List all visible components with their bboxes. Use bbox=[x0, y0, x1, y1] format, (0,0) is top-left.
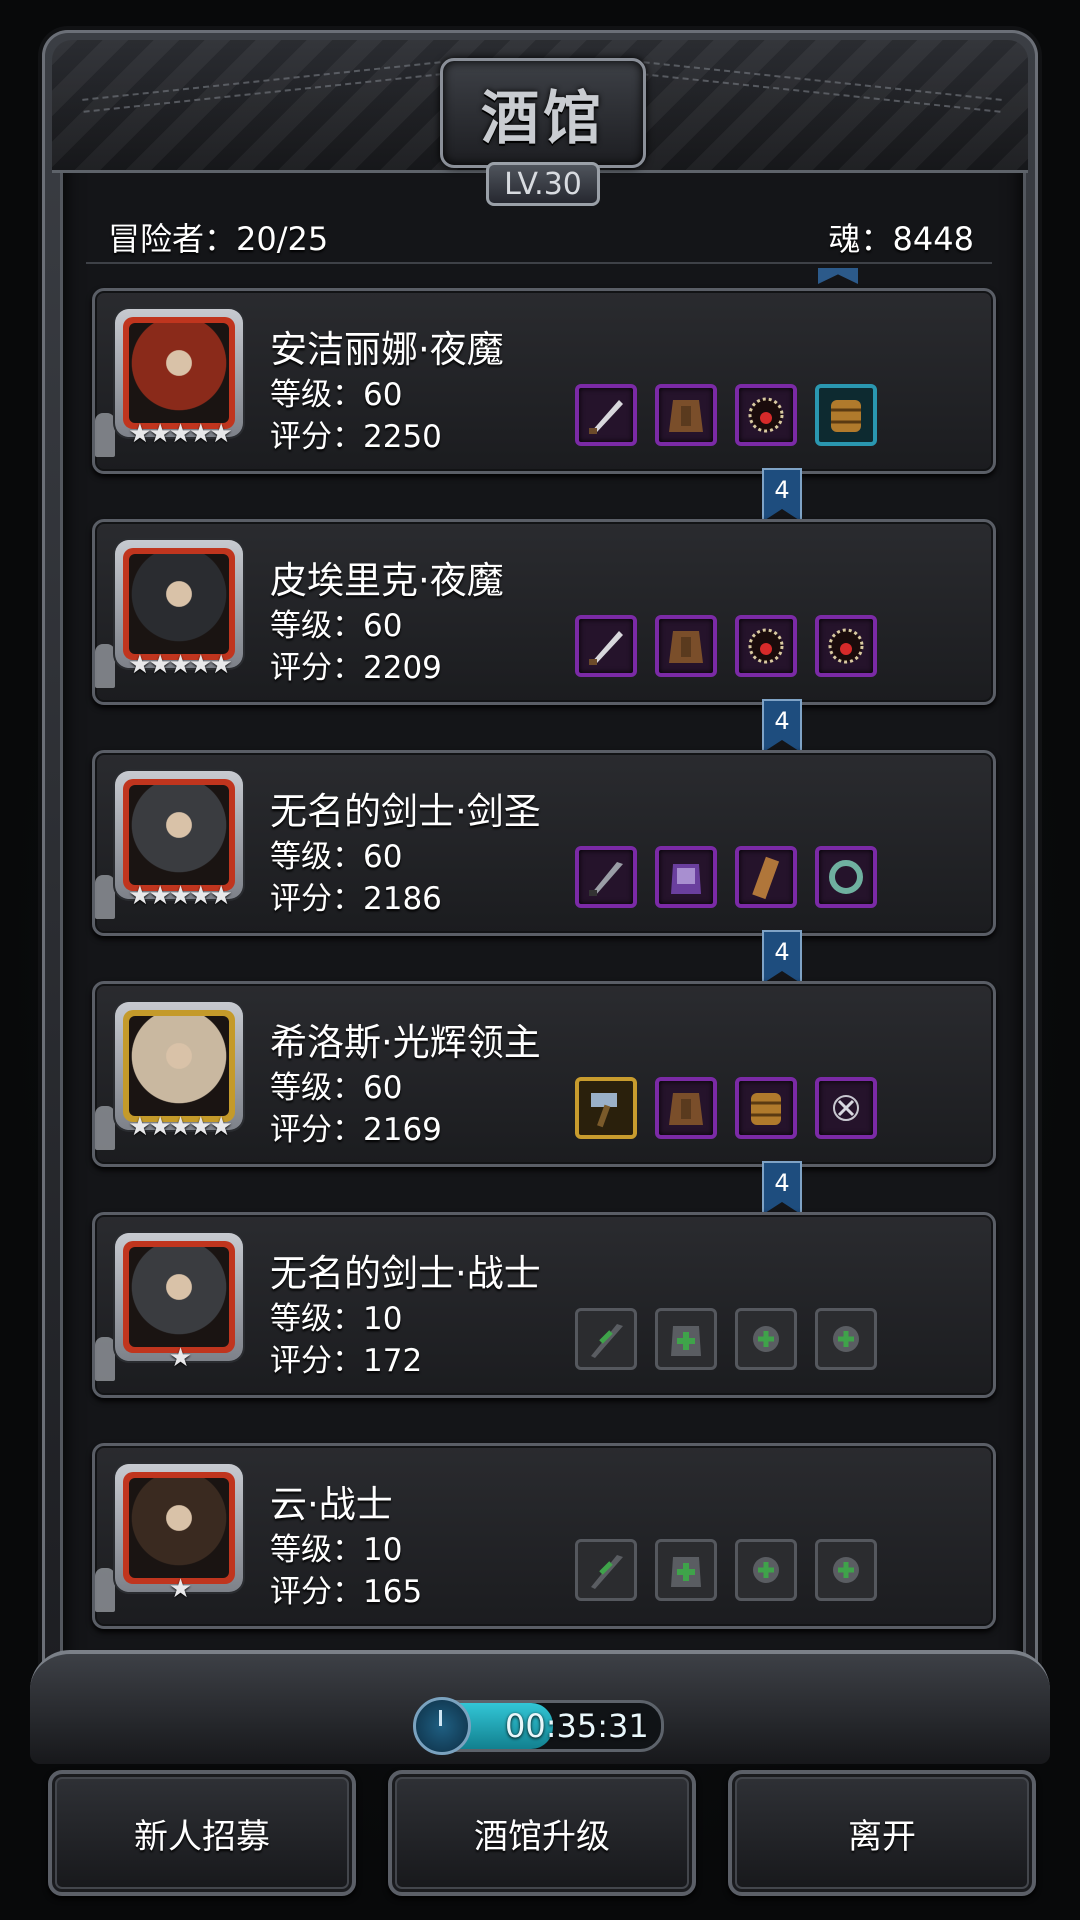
hero-score: 评分：2209 bbox=[270, 650, 442, 686]
upgrade-tavern-button[interactable]: 酒馆升级 bbox=[388, 1770, 696, 1896]
purple-amulet-icon[interactable] bbox=[815, 615, 877, 677]
purple-plate-armor-icon[interactable] bbox=[655, 846, 717, 908]
portrait-frame bbox=[123, 779, 235, 891]
gold-hammer-icon[interactable] bbox=[575, 1077, 637, 1139]
purple-amulet-icon[interactable] bbox=[735, 615, 797, 677]
star-rating: ★★★★★ bbox=[128, 881, 233, 911]
divider bbox=[86, 262, 992, 264]
purple-sword-icon[interactable] bbox=[575, 846, 637, 908]
empty-armor-slot-icon[interactable] bbox=[655, 1308, 717, 1370]
empty-weapon-slot-icon[interactable] bbox=[575, 1539, 637, 1601]
hero-name: 无名的剑士·战士 bbox=[270, 1252, 541, 1295]
star-rating: ★ bbox=[168, 1343, 192, 1373]
portrait-frame bbox=[123, 1241, 235, 1353]
star-rating: ★★★★★ bbox=[128, 1112, 233, 1142]
hero-avatar bbox=[129, 1478, 229, 1578]
purple-leather-armor-icon[interactable] bbox=[655, 384, 717, 446]
hero-card[interactable]: ★★★★★ 安洁丽娜·夜魔 等级：60 评分：2250 bbox=[92, 288, 996, 474]
chain-decoration bbox=[642, 61, 1002, 113]
purple-leather-armor-icon[interactable] bbox=[655, 615, 717, 677]
purple-wooden-plank-icon[interactable] bbox=[735, 846, 797, 908]
person-icon bbox=[95, 1337, 115, 1381]
hero-portrait[interactable] bbox=[115, 309, 243, 437]
star-rating: ★★★★★ bbox=[128, 650, 233, 680]
hero-portrait[interactable] bbox=[115, 1233, 243, 1361]
timer-text: 00:35:31 bbox=[505, 1707, 649, 1745]
hero-avatar bbox=[129, 785, 229, 885]
chain-decoration bbox=[82, 61, 442, 113]
purple-cross-necklace-icon[interactable] bbox=[815, 1077, 877, 1139]
star-rating: ★★★★★ bbox=[128, 419, 233, 449]
hero-portrait[interactable] bbox=[115, 1002, 243, 1130]
hero-score: 评分：2250 bbox=[270, 419, 442, 455]
purple-wooden-shield-icon[interactable] bbox=[735, 1077, 797, 1139]
hero-card[interactable]: ★ 无名的剑士·战士 等级：10 评分：172 bbox=[92, 1212, 996, 1398]
tavern-level-badge: LV.30 bbox=[486, 162, 600, 206]
soul-count: 魂：8448 bbox=[828, 220, 974, 258]
hero-level: 等级：10 bbox=[270, 1532, 403, 1568]
clock-icon bbox=[413, 1697, 471, 1755]
hero-name: 安洁丽娜·夜魔 bbox=[270, 328, 504, 371]
hero-card[interactable]: ★★★★★ 希洛斯·光辉领主 等级：60 评分：2169 bbox=[92, 981, 996, 1167]
hero-level: 等级：60 bbox=[270, 1070, 403, 1106]
portrait-frame bbox=[123, 1010, 235, 1122]
hero-score: 评分：2186 bbox=[270, 881, 442, 917]
empty-accessory-slot-icon[interactable] bbox=[815, 1539, 877, 1601]
hero-portrait[interactable] bbox=[115, 540, 243, 668]
star-rating: ★ bbox=[168, 1574, 192, 1604]
portrait-frame bbox=[123, 1472, 235, 1584]
hero-card[interactable]: ★★★★★ 皮埃里克·夜魔 等级：60 评分：2209 bbox=[92, 519, 996, 705]
recruit-button[interactable]: 新人招募 bbox=[48, 1770, 356, 1896]
page-title: 酒馆 bbox=[480, 84, 605, 152]
hero-level: 等级：10 bbox=[270, 1301, 403, 1337]
purple-ring-icon[interactable] bbox=[815, 846, 877, 908]
empty-accessory-slot-icon[interactable] bbox=[735, 1539, 797, 1601]
person-icon bbox=[95, 1568, 115, 1612]
title-plate: 酒馆 bbox=[440, 58, 646, 168]
person-icon bbox=[95, 875, 115, 919]
hero-score: 评分：165 bbox=[270, 1574, 423, 1610]
purple-dagger-icon[interactable] bbox=[575, 384, 637, 446]
cyan-wooden-shield-icon[interactable] bbox=[815, 384, 877, 446]
hero-score: 评分：2169 bbox=[270, 1112, 442, 1148]
leave-button[interactable]: 离开 bbox=[728, 1770, 1036, 1896]
hero-level: 等级：60 bbox=[270, 377, 403, 413]
hero-card[interactable]: ★ 云·战士 等级：10 评分：165 bbox=[92, 1443, 996, 1629]
hero-portrait[interactable] bbox=[115, 771, 243, 899]
hero-card[interactable]: ★★★★★ 无名的剑士·剑圣 等级：60 评分：2186 bbox=[92, 750, 996, 936]
hero-level: 等级：60 bbox=[270, 839, 403, 875]
purple-leather-armor-icon[interactable] bbox=[655, 1077, 717, 1139]
hero-avatar bbox=[129, 1016, 229, 1116]
hero-name: 无名的剑士·剑圣 bbox=[270, 790, 541, 833]
purple-dagger-icon[interactable] bbox=[575, 615, 637, 677]
hero-name: 希洛斯·光辉领主 bbox=[270, 1021, 541, 1064]
empty-armor-slot-icon[interactable] bbox=[655, 1539, 717, 1601]
empty-weapon-slot-icon[interactable] bbox=[575, 1308, 637, 1370]
empty-accessory-slot-icon[interactable] bbox=[735, 1308, 797, 1370]
hero-avatar bbox=[129, 1247, 229, 1347]
hero-name: 云·战士 bbox=[270, 1483, 393, 1526]
person-icon bbox=[95, 413, 115, 457]
portrait-frame bbox=[123, 317, 235, 429]
hero-name: 皮埃里克·夜魔 bbox=[270, 559, 504, 602]
adventurer-count: 冒险者：20/25 bbox=[108, 220, 329, 258]
refresh-timer: 00:35:31 bbox=[413, 1697, 664, 1755]
purple-amulet-icon[interactable] bbox=[735, 384, 797, 446]
empty-accessory-slot-icon[interactable] bbox=[815, 1308, 877, 1370]
portrait-frame bbox=[123, 548, 235, 660]
person-icon bbox=[95, 1106, 115, 1150]
hero-portrait[interactable] bbox=[115, 1464, 243, 1592]
hero-score: 评分：172 bbox=[270, 1343, 423, 1379]
hero-avatar bbox=[129, 554, 229, 654]
hero-avatar bbox=[129, 323, 229, 423]
person-icon bbox=[95, 644, 115, 688]
hero-level: 等级：60 bbox=[270, 608, 403, 644]
